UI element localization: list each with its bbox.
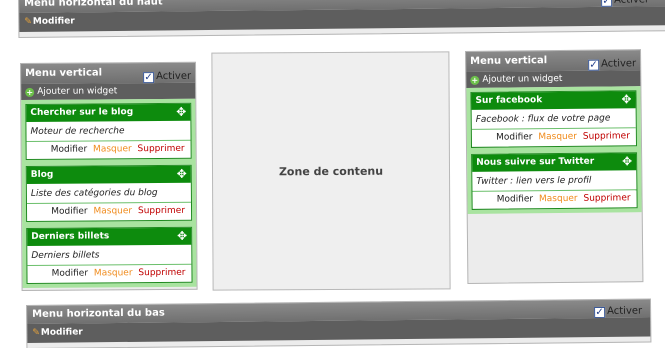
left-menu-activer-toggle[interactable]: ✓ Activer [143,67,191,87]
modifier-link[interactable]: Modifier [52,269,88,279]
widget-title: Blog [30,169,54,180]
right-menu-header: Menu vertical ✓ Activer [466,50,641,75]
move-arrows-icon[interactable]: ✥ [622,153,632,169]
bottom-menu-modifier-link[interactable]: ✎Modifier [32,327,83,338]
bottom-menu-activer-toggle[interactable]: ✓ Activer [594,303,642,322]
content-zone-label: Zone de contenu [278,164,384,178]
widget-description: Derniers billets [27,244,192,266]
top-menu-activer-toggle[interactable]: ✓ Activer [600,0,650,10]
activer-label: Activer [601,58,637,70]
left-menu-header: Menu vertical ✓ Activer [21,62,196,87]
widget-description: Twitter : lien vers le profil [472,170,637,192]
widget-header[interactable]: Derniers billets ✥ [27,227,192,246]
modifier-link[interactable]: Modifier [496,132,533,142]
widget-card: Sur facebook ✥ Facebook : flux de votre … [470,90,638,148]
left-vertical-menu: Menu vertical ✓ Activer + Ajouter un wid… [20,61,198,291]
widget-header[interactable]: Blog ✥ [26,165,191,184]
add-widget-label: Ajouter un widget [37,86,118,97]
move-arrows-icon[interactable]: ✥ [177,228,187,244]
masquer-link[interactable]: Masquer [93,144,132,154]
widget-title: Derniers billets [31,231,110,242]
widget-card: Derniers billets ✥ Derniers billets Modi… [26,226,193,284]
move-arrows-icon[interactable]: ✥ [621,91,631,107]
widget-description: Facebook : flux de votre page [471,108,636,130]
right-menu-activer-toggle[interactable]: ✓ Activer [588,54,636,75]
supprimer-link[interactable]: Supprimer [138,206,185,216]
plus-circle-icon: + [470,75,480,85]
widget-actions: Modifier Masquer Supprimer [27,203,191,221]
masquer-link[interactable]: Masquer [93,206,132,216]
widget-card: Chercher sur le blog ✥ Moteur de recherc… [25,102,192,160]
widget-actions: Modifier Masquer Supprimer [27,265,191,283]
widget-card: Blog ✥ Liste des catégories du blog Modi… [25,164,193,222]
supprimer-link[interactable]: Supprimer [583,131,630,141]
top-menu-title: Menu horizontal du haut [24,0,163,9]
layout-editor: Menu horizontal du haut ✓ Activer ✎Modif… [0,0,665,348]
left-menu-title: Menu vertical [25,67,103,79]
move-arrows-icon[interactable]: ✥ [176,104,186,120]
right-widget-list: Sur facebook ✥ Facebook : flux de votre … [466,86,642,214]
widget-header[interactable]: Nous suivre sur Twitter ✥ [472,153,637,172]
content-zone: Zone de contenu [211,51,451,291]
widget-header[interactable]: Sur facebook ✥ [471,91,636,110]
masquer-link[interactable]: Masquer [94,268,133,278]
top-menu-modifier-link[interactable]: ✎Modifier [24,16,75,27]
pencil-icon: ✎ [24,16,32,27]
plus-circle-icon: + [25,87,35,97]
bottom-horizontal-menu: Menu horizontal du bas ✓ Activer ✎Modifi… [26,298,652,348]
supprimer-link[interactable]: Supprimer [138,144,185,154]
widget-title: Chercher sur le blog [30,107,134,118]
widget-title: Sur facebook [475,95,543,106]
modifier-link[interactable]: Modifier [51,207,87,217]
add-widget-label: Ajouter un widget [482,73,563,85]
checkbox-checked-icon[interactable]: ✓ [588,59,600,71]
activer-label: Activer [156,70,192,83]
move-arrows-icon[interactable]: ✥ [177,166,187,182]
masquer-link[interactable]: Masquer [539,194,578,204]
right-menu-title: Menu vertical [470,55,548,67]
pencil-icon: ✎ [32,327,40,338]
widget-description: Liste des catégories du blog [26,182,191,204]
checkbox-checked-icon[interactable]: ✓ [600,0,613,7]
masquer-link[interactable]: Masquer [538,132,577,142]
modifier-link[interactable]: Modifier [497,194,534,204]
top-horizontal-menu: Menu horizontal du haut ✓ Activer ✎Modif… [18,0,665,38]
checkbox-checked-icon[interactable]: ✓ [143,71,155,83]
right-vertical-menu: Menu vertical ✓ Activer + Ajouter un wid… [465,49,644,284]
widget-card: Nous suivre sur Twitter ✥ Twitter : lien… [471,152,638,210]
widget-actions: Modifier Masquer Supprimer [472,190,636,209]
widget-header[interactable]: Chercher sur le blog ✥ [26,103,191,122]
modifier-link[interactable]: Modifier [51,145,87,155]
widget-description: Moteur de recherche [26,120,191,142]
supprimer-link[interactable]: Supprimer [583,193,630,203]
bottom-menu-title: Menu horizontal du bas [32,307,165,320]
widget-title: Nous suivre sur Twitter [476,156,595,168]
activer-label: Activer [613,0,650,6]
widget-actions: Modifier Masquer Supprimer [27,141,191,159]
supprimer-link[interactable]: Supprimer [138,268,185,278]
activer-label: Activer [606,305,643,317]
left-widget-list: Chercher sur le blog ✥ Moteur de recherc… [21,98,197,288]
widget-actions: Modifier Masquer Supprimer [472,128,636,147]
checkbox-checked-icon[interactable]: ✓ [594,306,606,318]
